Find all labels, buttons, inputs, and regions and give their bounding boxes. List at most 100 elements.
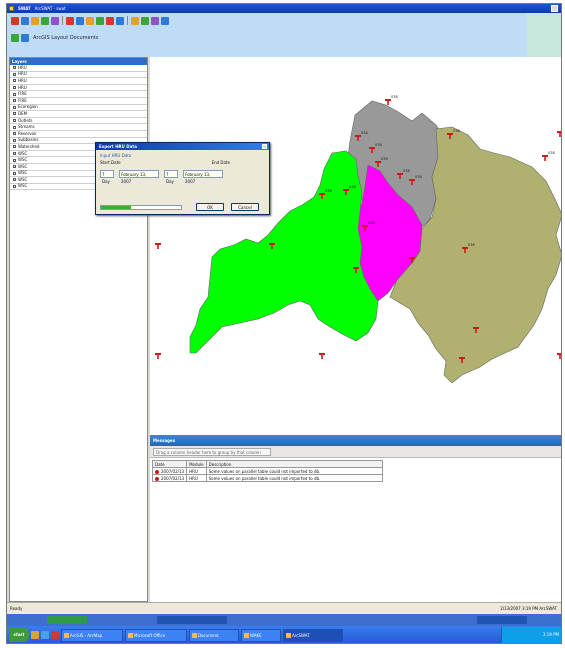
outlet-marker[interactable] [557,353,562,359]
dialog-group-label: Input HRU Data [100,153,132,158]
status-left-text: Ready [10,606,23,611]
expand-icon[interactable] [13,158,16,162]
end-date-field[interactable]: February 13, 2007 [183,170,223,184]
group-by-box[interactable]: Drag a column header here to group by th… [153,448,271,456]
layer-list-item[interactable]: HRU [10,85,147,92]
window-control-button[interactable] [551,5,558,12]
expand-icon[interactable] [13,178,16,182]
outlet-marker[interactable]: 038 [385,95,398,105]
export-dialog: Export HRU Data Input HRU Data Start Dat… [95,142,270,215]
expand-icon[interactable] [13,165,16,169]
marker-label: 038 [361,131,368,135]
expand-icon[interactable] [13,66,16,70]
marker-label: 038 [403,169,410,173]
toolbar-tool-icon[interactable] [76,16,84,25]
map-canvas[interactable]: 038 038 038 038 038 038 038 038 038 038 038 038 [150,57,562,435]
marker-label: 038 [453,129,460,133]
marker-label: 038 [368,221,375,225]
layer-label: WSC [18,157,28,163]
layer-list-item[interactable]: HRU [10,78,147,85]
marker-label: 038 [381,157,388,161]
module-cell: HRU [186,467,207,475]
quick-launch-icon[interactable] [41,631,49,639]
taskbar-button[interactable]: WAKE [241,628,281,642]
expand-icon[interactable] [13,99,16,103]
toolbar-tool-icon[interactable] [131,16,139,25]
layout-icon[interactable] [11,34,19,42]
progress-fill [101,206,132,209]
toolbar-tool-icon[interactable] [21,16,29,25]
toolbar-tool-icon[interactable] [116,16,124,25]
table-row[interactable]: 2007/02/13 HRU Some values on parallel t… [151,474,383,482]
expand-icon[interactable] [13,86,16,90]
toolbar-tool-icon[interactable] [141,16,149,25]
taskbar-button[interactable]: Document [189,628,239,642]
toolbar-right-panel [527,13,561,57]
start-date-field[interactable]: February 13, 2007 [119,170,159,184]
layer-label: Streams [18,124,35,130]
toolbar-tool-icon[interactable] [86,16,94,25]
layer-list-item[interactable]: FIRE [10,91,147,98]
dialog-column-headers: Start Date End Date [100,160,230,165]
ok-button[interactable]: OK [196,203,224,211]
expand-icon[interactable] [13,132,16,136]
toolbar-tool-icon[interactable] [41,16,49,25]
table-row[interactable]: 2007/02/13 HRU Some values on parallel t… [151,467,383,475]
toolbar-tool-icon[interactable] [51,16,59,25]
start-day-field[interactable]: 7 Day [100,170,114,184]
toolbar-tool-icon[interactable] [11,16,19,25]
expand-icon[interactable] [13,171,16,175]
taskbar-button[interactable]: ArcGIS - ArcMap [61,628,123,642]
expand-icon[interactable] [13,125,16,129]
toolbar-tool-icon[interactable] [161,16,169,25]
outlet-marker[interactable] [155,243,161,249]
column-header-date[interactable]: Date [151,460,188,468]
toolbar-tool-icon[interactable] [106,16,114,25]
toolbar-tool-icon[interactable] [66,16,74,25]
end-day-field[interactable]: 7 Day [164,170,178,184]
column-header-module[interactable]: Module [186,460,207,468]
quick-launch-icon[interactable] [31,631,39,639]
toolbar-label[interactable]: ArcGIS Layout Documents [33,35,98,41]
toolbar-tool-icon[interactable] [31,16,39,25]
close-icon[interactable] [262,144,267,149]
toolbar-tool-icon[interactable] [151,16,159,25]
start-button[interactable]: start [9,628,29,642]
layer-list-item[interactable]: Ecoregion [10,104,147,112]
outlet-marker[interactable] [319,353,325,359]
document-icon[interactable] [21,34,29,42]
expand-icon[interactable] [13,138,16,142]
strip-block[interactable] [157,616,227,624]
expand-icon[interactable] [13,72,16,76]
expand-icon[interactable] [13,112,16,116]
toolbar-separator [127,16,128,25]
outlet-marker[interactable] [557,131,562,137]
dialog-title: Export HRU Data [96,143,269,150]
map-view[interactable]: 038 038 038 038 038 038 038 038 038 038 038 038 [150,57,562,435]
taskbar-button[interactable]: ArcSWAT [283,628,343,642]
expand-icon[interactable] [13,79,16,83]
clock: 3:19 PM [542,632,559,637]
column-header-description[interactable]: Description [205,460,383,468]
module-cell: HRU [186,474,207,482]
strip-block[interactable] [477,616,527,624]
quick-launch-icon[interactable] [51,631,59,639]
expand-icon[interactable] [13,145,16,149]
expand-icon[interactable] [13,92,16,96]
layer-list-item[interactable]: HRU [10,71,147,79]
outlet-marker[interactable]: 038 [542,151,555,161]
expand-icon[interactable] [13,152,16,156]
error-icon [155,476,159,481]
expand-icon[interactable] [13,105,16,109]
toolbar-tool-icon[interactable] [96,16,104,25]
cancel-button[interactable]: Cancel [231,203,259,211]
group-by-bar: Drag a column header here to group by th… [150,446,561,458]
expand-icon[interactable] [13,119,16,123]
strip-block[interactable] [47,616,87,624]
date-value: 2007/02/13 [161,475,185,481]
outlet-marker[interactable] [155,353,161,359]
expand-icon[interactable] [13,184,16,188]
layer-list-item[interactable]: HRU [10,65,147,72]
layer-label: HRU [18,84,27,90]
taskbar-button[interactable]: Microsoft Office [125,628,187,642]
